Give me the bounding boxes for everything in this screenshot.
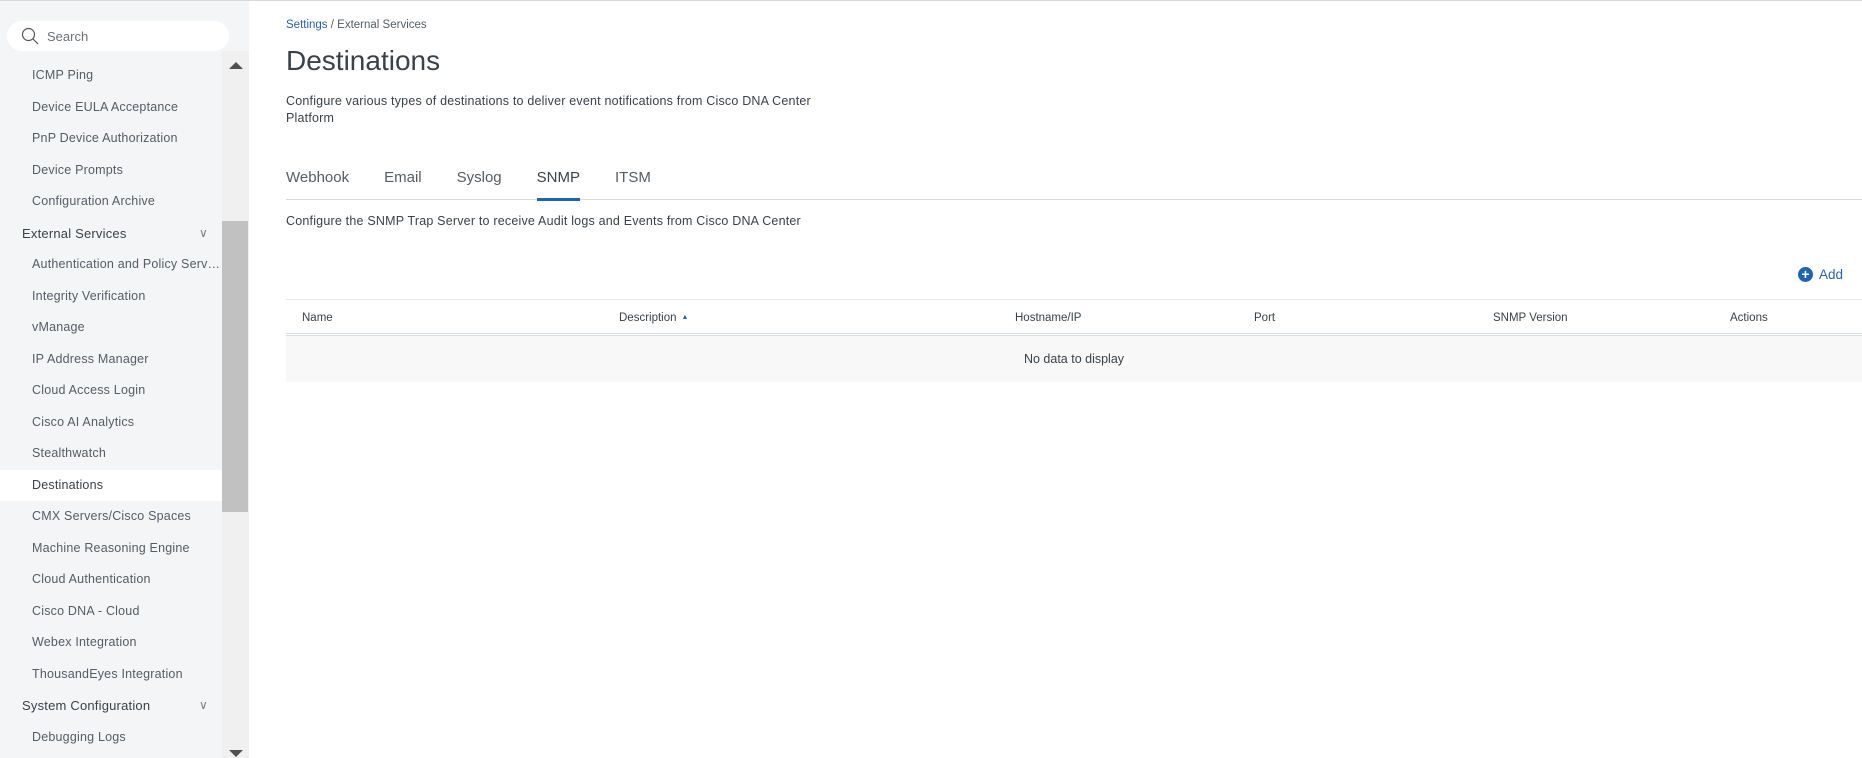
sidebar-item-icmp-ping[interactable]: ICMP Ping (0, 60, 222, 92)
tab-webhook[interactable]: Webhook (286, 167, 349, 200)
chevron-down-icon: ∨ (199, 698, 208, 712)
column-header-actions: Actions (1730, 312, 1768, 324)
sidebar-item-cisco-dna-cloud[interactable]: Cisco DNA - Cloud (0, 596, 222, 628)
breadcrumb-settings-link[interactable]: Settings (286, 19, 328, 31)
chevron-down-icon: ∨ (199, 225, 208, 240)
table-header: Name Description ▲ Hostname/IP Port SNMP … (286, 299, 1862, 336)
tab-syslog[interactable]: Syslog (457, 167, 502, 200)
snmp-description: Configure the SNMP Trap Server to receiv… (286, 214, 801, 228)
sidebar-item-stealthwatch[interactable]: Stealthwatch (0, 438, 222, 470)
sidebar-item-webex-integration[interactable]: Webex Integration (0, 627, 222, 659)
tab-itsm[interactable]: ITSM (615, 167, 651, 200)
sidebar-group-external-services[interactable]: External Services ∨ (0, 218, 222, 250)
sidebar-item-cmx-servers-cisco-spaces[interactable]: CMX Servers/Cisco Spaces (0, 501, 222, 533)
sidebar-item-authentication-and-policy-servers[interactable]: Authentication and Policy Servers (0, 249, 222, 281)
scroll-up-arrow-icon[interactable] (229, 62, 243, 69)
add-button[interactable]: + Add (1798, 267, 1843, 282)
page-description: Configure various types of destinations … (286, 94, 811, 125)
column-header-description[interactable]: Description ▲ (619, 312, 688, 324)
column-header-port[interactable]: Port (1254, 312, 1275, 324)
tab-email[interactable]: Email (384, 167, 422, 200)
column-header-name[interactable]: Name (302, 312, 333, 324)
column-header-hostname[interactable]: Hostname/IP (1015, 312, 1081, 324)
sidebar-item-cisco-ai-analytics[interactable]: Cisco AI Analytics (0, 407, 222, 439)
sidebar-item-vmanage[interactable]: vManage (0, 312, 222, 344)
tab-snmp[interactable]: SNMP (536, 167, 581, 201)
search-placeholder: Search (47, 28, 89, 44)
plus-circle-icon: + (1798, 267, 1813, 282)
sidebar-item-configuration-archive[interactable]: Configuration Archive (0, 186, 222, 218)
column-header-snmp-version[interactable]: SNMP Version (1493, 312, 1568, 324)
sidebar-group-label: System Configuration (22, 698, 151, 713)
snmp-table: Name Description ▲ Hostname/IP Port SNMP … (286, 299, 1862, 382)
sidebar-item-integrity-verification[interactable]: Integrity Verification (0, 281, 222, 313)
sidebar-group-system-configuration[interactable]: System Configuration ∨ (0, 690, 222, 722)
sidebar-item-destinations[interactable]: Destinations (0, 469, 222, 501)
empty-state: No data to display (286, 336, 1862, 382)
breadcrumb-separator: / (330, 19, 334, 31)
sidebar-item-cloud-authentication[interactable]: Cloud Authentication (0, 564, 222, 596)
add-label: Add (1819, 267, 1844, 282)
settings-nav: ICMP Ping Device EULA Acceptance PnP Devic… (0, 60, 222, 753)
search-icon (21, 27, 39, 45)
breadcrumb-current: External Services (337, 19, 427, 31)
sidebar: Search ICMP Ping Device EULA Acceptance Pn… (0, 1, 249, 758)
page-title: Destinations (286, 45, 441, 76)
column-header-description-label: Description (619, 312, 677, 324)
breadcrumb: Settings / External Services (286, 19, 427, 31)
sidebar-item-pnp-device-authorization[interactable]: PnP Device Authorization (0, 123, 222, 155)
sidebar-group-label: External Services (22, 225, 127, 241)
sort-ascending-icon: ▲ (681, 314, 689, 321)
destination-tabs: Webhook Email Syslog SNMP ITSM (286, 167, 1862, 201)
scrollbar-thumb[interactable] (222, 221, 248, 512)
sidebar-item-device-prompts[interactable]: Device Prompts (0, 155, 222, 187)
sidebar-item-device-eula-acceptance[interactable]: Device EULA Acceptance (0, 92, 222, 124)
search-input[interactable]: Search (7, 21, 229, 51)
sidebar-item-thousandeyes-integration[interactable]: ThousandEyes Integration (0, 659, 222, 691)
sidebar-item-cloud-access-login[interactable]: Cloud Access Login (0, 375, 222, 407)
scroll-down-arrow-icon[interactable] (229, 750, 243, 757)
sidebar-item-machine-reasoning-engine[interactable]: Machine Reasoning Engine (0, 533, 222, 565)
sidebar-item-debugging-logs[interactable]: Debugging Logs (0, 722, 222, 754)
sidebar-item-ip-address-manager[interactable]: IP Address Manager (0, 344, 222, 376)
